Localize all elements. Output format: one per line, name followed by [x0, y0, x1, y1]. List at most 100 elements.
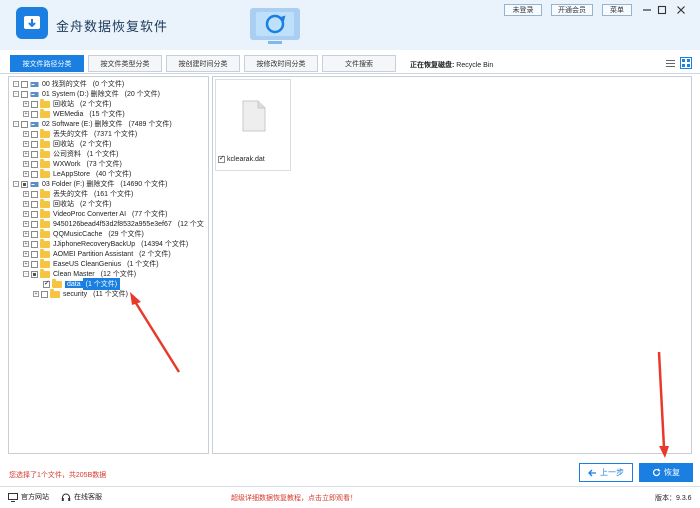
tree-checkbox[interactable]	[31, 260, 38, 268]
app-logo-icon	[24, 16, 40, 29]
tree-checkbox[interactable]	[31, 240, 38, 248]
expand-icon[interactable]: +	[23, 211, 29, 217]
expand-icon[interactable]: +	[23, 241, 29, 247]
tree-checkbox[interactable]	[21, 120, 28, 128]
tree-node[interactable]: + QQMusicCache (29 个文件)	[23, 228, 144, 239]
tree-node[interactable]: + 回收站 (2 个文件)	[23, 98, 112, 109]
expand-icon[interactable]: +	[23, 261, 29, 267]
grid-view-icon[interactable]	[680, 57, 692, 69]
tree-node[interactable]: + 回收站 (2 个文件)	[23, 138, 112, 149]
collapse-icon[interactable]: -	[13, 121, 19, 127]
menu-button[interactable]: 菜单	[602, 4, 632, 16]
tree-checkbox[interactable]	[31, 160, 38, 168]
file-checkbox[interactable]	[218, 154, 225, 163]
tree-node[interactable]: - 02 Software (E:) 删除文件 (7489 个文件)	[13, 119, 172, 129]
tutorial-promo-link[interactable]: 超级详细数据恢复教程，点击立即观看！	[231, 493, 357, 503]
tree-checkbox[interactable]	[31, 230, 38, 238]
tree-node[interactable]: + AOMEI Partition Assistant (2 个文件)	[23, 248, 171, 259]
expand-icon[interactable]: +	[23, 191, 29, 197]
tree-checkbox[interactable]	[31, 100, 38, 108]
tree-node[interactable]: + security (11 个文件)	[33, 288, 128, 299]
minimize-icon[interactable]	[640, 3, 654, 17]
tree-node[interactable]: + LeAppStore (40 个文件)	[23, 168, 131, 179]
tree-checkbox[interactable]	[31, 190, 38, 198]
expand-icon[interactable]: +	[23, 251, 29, 257]
tab-by-type[interactable]: 按文件类型分类	[88, 55, 162, 72]
collapse-icon[interactable]: -	[23, 271, 29, 277]
folder-tree[interactable]: - 00 找到的文件 (0 个文件) - 01 System (D:) 删除文件…	[8, 76, 209, 454]
tree-checkbox[interactable]	[31, 170, 38, 178]
tree-node[interactable]: + 丢失的文件 (7371 个文件)	[23, 128, 137, 139]
expand-icon[interactable]: +	[23, 171, 29, 177]
tree-checkbox[interactable]	[21, 80, 28, 88]
tree-checkbox[interactable]	[31, 270, 38, 278]
tree-node-count: (11 个文件)	[93, 291, 128, 298]
tree-checkbox[interactable]	[31, 110, 38, 118]
tree-node-label: LeAppStore	[53, 170, 90, 178]
tree-node[interactable]: + 回收站 (2 个文件)	[23, 198, 112, 209]
expand-icon[interactable]: +	[23, 111, 29, 117]
expand-icon[interactable]: +	[23, 151, 29, 157]
tree-checkbox[interactable]	[31, 150, 38, 158]
tree-node[interactable]: + 9450126bead4f53d2f8532a955e3ef67 (12 个…	[23, 218, 204, 229]
expand-icon[interactable]: +	[23, 161, 29, 167]
tree-node[interactable]: - 01 System (D:) 删除文件 (20 个文件)	[13, 89, 160, 99]
tree-node[interactable]: - 03 Folder (F:) 删除文件 (14690 个文件)	[13, 179, 167, 189]
folder-icon	[40, 168, 50, 178]
tree-node[interactable]: + VideoProc Converter AI (77 个文件)	[23, 208, 167, 219]
recover-button[interactable]: 恢复	[639, 463, 693, 482]
expand-icon[interactable]: +	[33, 291, 39, 297]
vip-button[interactable]: 开通会员	[551, 4, 593, 16]
tree-node[interactable]: + 丢失的文件 (161 个文件)	[23, 188, 133, 199]
tree-checkbox[interactable]	[31, 200, 38, 208]
app-title: 金舟数据恢复软件	[56, 19, 169, 34]
tab-by-modified[interactable]: 按修改时间分类	[244, 55, 318, 72]
file-name-row[interactable]: kclearak.dat	[218, 154, 265, 163]
tree-node[interactable]: + JJiphoneRecoveryBackUp (14394 个文件)	[23, 238, 188, 249]
expand-icon[interactable]: +	[23, 141, 29, 147]
tree-node-count: (12 个文	[177, 221, 204, 228]
tree-node-count: (2 个文件)	[80, 141, 112, 148]
tree-checkbox[interactable]	[31, 210, 38, 218]
collapse-icon[interactable]: -	[13, 91, 19, 97]
tree-node[interactable]: + WXWork (73 个文件)	[23, 158, 122, 169]
collapse-icon[interactable]: -	[13, 81, 19, 87]
expand-icon[interactable]: +	[23, 201, 29, 207]
tree-checkbox[interactable]	[21, 90, 28, 98]
monitor-icon	[8, 492, 18, 502]
support-link[interactable]: 在线客服	[61, 492, 102, 502]
tree-checkbox[interactable]	[21, 180, 28, 188]
expand-icon[interactable]: +	[23, 101, 29, 107]
tree-node[interactable]: + 公司资料 (1 个文件)	[23, 148, 119, 159]
tab-by-created[interactable]: 按创建时间分类	[166, 55, 240, 72]
tree-node-label: 丢失的文件	[53, 131, 88, 138]
tab-file-search[interactable]: 文件搜索	[322, 55, 396, 72]
previous-step-button[interactable]: 上一步	[579, 463, 633, 482]
tree-node[interactable]: - 00 找到的文件 (0 个文件)	[13, 79, 124, 89]
tree-checkbox[interactable]	[31, 130, 38, 138]
expand-icon[interactable]: +	[23, 231, 29, 237]
tree-checkbox[interactable]	[31, 250, 38, 258]
collapse-icon[interactable]: -	[13, 181, 19, 187]
list-view-icon[interactable]	[664, 57, 676, 69]
tree-checkbox[interactable]	[31, 140, 38, 148]
login-button[interactable]: 未登录	[504, 4, 542, 16]
folder-icon	[40, 268, 50, 278]
expand-icon[interactable]: +	[23, 131, 29, 137]
tree-checkbox[interactable]	[43, 279, 50, 288]
close-icon[interactable]	[674, 3, 688, 17]
folder-icon	[52, 278, 62, 288]
tree-checkbox[interactable]	[31, 220, 38, 228]
current-disk-value: Recycle Bin	[456, 62, 494, 69]
tab-by-path[interactable]: 按文件路径分类	[10, 55, 84, 72]
expand-icon[interactable]: +	[23, 221, 29, 227]
maximize-icon[interactable]	[655, 3, 669, 17]
tree-node-selected[interactable]: data (1 个文件)	[43, 278, 121, 290]
tree-checkbox[interactable]	[41, 290, 48, 298]
tree-node[interactable]: + WEMedia (15 个文件)	[23, 108, 125, 119]
title-bar: 金舟数据恢复软件 未登录 开通会员 菜单	[0, 0, 700, 50]
tree-node[interactable]: + EaseUS CleanGenius (1 个文件)	[23, 258, 159, 269]
website-link[interactable]: 官方网站	[8, 492, 49, 502]
tree-node-label: 03 Folder (F:) 删除文件	[42, 181, 115, 188]
tree-node-label: QQMusicCache	[53, 230, 103, 238]
